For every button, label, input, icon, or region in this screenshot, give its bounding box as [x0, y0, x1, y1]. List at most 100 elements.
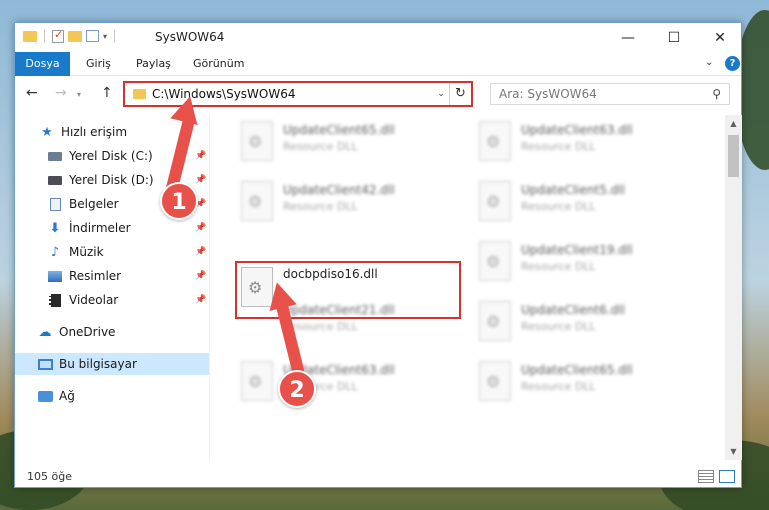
- scrollbar-thumb[interactable]: [728, 135, 739, 177]
- title-bar: ▾ SysWOW64 — ☐ ✕: [15, 23, 741, 52]
- tab-share[interactable]: Paylaş: [136, 52, 171, 76]
- file-description: Resource DLL: [521, 320, 596, 333]
- sidebar-item-label: Müzik: [69, 245, 104, 259]
- sidebar-item-label: Resimler: [69, 269, 122, 283]
- vertical-scrollbar[interactable]: ▲ ▼: [725, 115, 742, 460]
- file-description: Resource DLL: [521, 140, 596, 153]
- search-icon[interactable]: ⚲: [712, 87, 721, 101]
- list-item[interactable]: UpdateClient63.dll Resource DLL: [453, 115, 683, 167]
- drive-icon: [48, 151, 62, 161]
- properties-icon[interactable]: [52, 28, 64, 43]
- file-description: Resource DLL: [283, 140, 358, 153]
- scroll-up-icon[interactable]: ▲: [725, 115, 742, 132]
- list-item[interactable]: UpdateClient6.dll Resource DLL: [453, 295, 683, 347]
- tab-home[interactable]: Giriş: [86, 52, 111, 76]
- refresh-icon[interactable]: ↻: [449, 83, 471, 105]
- file-description: Resource DLL: [521, 380, 596, 393]
- sidebar-item-label: Bu bilgisayar: [59, 357, 137, 371]
- tab-file[interactable]: Dosya: [15, 52, 70, 76]
- list-item[interactable]: UpdateClient65.dll Resource DLL: [453, 355, 683, 407]
- item-count: 105 öğe: [27, 470, 72, 483]
- sidebar-item-label: Yerel Disk (D:): [69, 173, 154, 187]
- chevron-down-icon[interactable]: ⌄: [433, 89, 449, 99]
- file-name: UpdateClient63.dll: [521, 123, 633, 137]
- file-name: docbpdiso16.dll: [283, 267, 378, 281]
- list-item[interactable]: UpdateClient42.dll Resource DLL: [215, 175, 445, 227]
- forward-arrow-icon[interactable]: →: [55, 85, 67, 101]
- chevron-down-icon[interactable]: ⌄: [705, 57, 713, 68]
- sidebar-item-pictures[interactable]: Resimler 📌: [15, 265, 209, 287]
- quick-access-toolbar: ▾: [23, 28, 118, 43]
- sidebar-item-label: Videolar: [69, 293, 119, 307]
- list-item[interactable]: UpdateClient21.dll Resource DLL: [215, 295, 445, 347]
- drive-icon: [48, 175, 62, 185]
- sidebar-item-label: Belgeler: [69, 197, 119, 211]
- explorer-window: ▾ SysWOW64 — ☐ ✕ Dosya Giriş Paylaş Görü…: [14, 22, 742, 488]
- large-icons-view-icon[interactable]: [719, 470, 735, 483]
- help-icon[interactable]: ?: [725, 56, 740, 71]
- back-arrow-icon[interactable]: ←: [26, 85, 38, 101]
- navigation-bar: ← → ▾ ↑ C:\Windows\SysWOW64 ⌄ ↻ Ara: Sys…: [15, 76, 741, 112]
- details-view-icon[interactable]: [698, 470, 714, 483]
- chevron-down-icon[interactable]: ▾: [103, 32, 107, 41]
- documents-icon: [49, 197, 61, 211]
- step-badge-1: 1: [160, 182, 198, 220]
- music-icon: ♪: [50, 244, 60, 260]
- file-name: UpdateClient65.dll: [283, 123, 395, 137]
- download-icon: ⬇: [49, 220, 61, 236]
- new-folder-icon[interactable]: [68, 30, 82, 42]
- file-description: Resource DLL: [521, 260, 596, 273]
- network-icon: [37, 390, 53, 402]
- sidebar-item-label: Yerel Disk (C:): [69, 149, 153, 163]
- file-name: UpdateClient21.dll: [283, 303, 395, 317]
- customize-icon[interactable]: [86, 30, 99, 42]
- status-bar: 105 öğe: [15, 467, 741, 489]
- sidebar-item-videos[interactable]: Videolar 📌: [15, 289, 209, 311]
- list-item[interactable]: UpdateClient5.dll Resource DLL: [453, 175, 683, 227]
- divider: [114, 29, 116, 43]
- file-name: UpdateClient5.dll: [521, 183, 625, 197]
- pin-icon[interactable]: 📌: [195, 223, 206, 233]
- pane-divider[interactable]: [209, 115, 210, 460]
- sidebar-item-label: Hızlı erişim: [61, 125, 128, 139]
- scroll-down-icon[interactable]: ▼: [725, 443, 742, 460]
- dll-file-icon: [479, 361, 511, 401]
- pin-icon[interactable]: 📌: [195, 271, 206, 281]
- dll-file-icon: [241, 361, 273, 401]
- divider: [44, 29, 45, 43]
- dll-file-icon: [479, 181, 511, 221]
- sidebar-item-label: OneDrive: [59, 325, 116, 339]
- up-arrow-icon[interactable]: ↑: [101, 85, 113, 101]
- file-description: Resource DLL: [283, 320, 358, 333]
- sidebar-item-onedrive[interactable]: ☁ OneDrive: [15, 321, 209, 343]
- file-name: UpdateClient19.dll: [521, 243, 633, 257]
- sidebar-item-downloads[interactable]: ⬇ İndirmeler 📌: [15, 217, 209, 239]
- sidebar-item-music[interactable]: ♪ Müzik 📌: [15, 241, 209, 263]
- sidebar-item-label: Ağ: [59, 389, 75, 403]
- dll-file-icon: [241, 181, 273, 221]
- star-icon: ★: [41, 124, 53, 140]
- sidebar-item-label: İndirmeler: [69, 221, 131, 235]
- list-item[interactable]: UpdateClient63.dllResource DLL: [215, 355, 445, 407]
- search-input[interactable]: Ara: SysWOW64 ⚲: [490, 83, 730, 105]
- pin-icon[interactable]: 📌: [195, 247, 206, 257]
- step-badge-2: 2: [278, 370, 316, 408]
- sidebar-item-network[interactable]: Ağ: [15, 385, 209, 407]
- ribbon-tabs: Dosya Giriş Paylaş Görünüm ⌄ ?: [15, 52, 741, 76]
- sidebar-item-this-pc[interactable]: Bu bilgisayar: [15, 353, 209, 375]
- pin-icon[interactable]: 📌: [195, 295, 206, 305]
- list-item[interactable]: UpdateClient65.dll Resource DLL: [215, 115, 445, 167]
- chevron-down-icon[interactable]: ▾: [77, 90, 81, 99]
- maximize-button[interactable]: ☐: [651, 23, 697, 52]
- pin-icon[interactable]: 📌: [195, 151, 206, 161]
- dll-file-icon: [479, 241, 511, 281]
- folder-icon: [23, 30, 37, 42]
- tab-view[interactable]: Görünüm: [193, 52, 244, 76]
- minimize-button[interactable]: —: [605, 23, 651, 52]
- pin-icon[interactable]: 📌: [195, 175, 206, 185]
- dll-file-icon: [479, 121, 511, 161]
- file-name: UpdateClient42.dll: [283, 183, 395, 197]
- list-item[interactable]: UpdateClient19.dll Resource DLL: [453, 235, 683, 287]
- close-button[interactable]: ✕: [697, 23, 743, 52]
- videos-icon: [49, 293, 61, 307]
